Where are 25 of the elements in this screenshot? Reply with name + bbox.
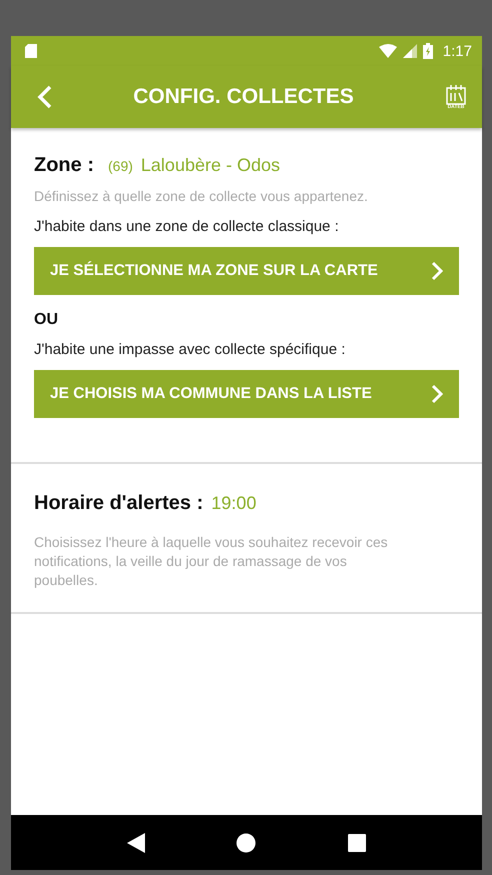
alerts-hint: Choisissez l'heure à laquelle vous souhaitez recevoir ces notifications, la veille du jour de ramassage de vos poubelles. — [34, 533, 389, 590]
sd-card-icon — [25, 44, 37, 58]
select-button[interactable]: JE CHOISIS MA COMMUNE DANS LA LISTE — [34, 370, 459, 418]
signal-icon — [402, 44, 417, 58]
zone-hint: Définissez à quelle zone de collecte vous appartenez. — [34, 187, 369, 206]
chevron-right-icon — [431, 384, 443, 404]
wifi-icon — [378, 44, 397, 58]
zone-label: Zone : — [34, 154, 94, 177]
back-icon[interactable] — [37, 85, 53, 109]
prompt-text: J'habite une impasse avec collecte spécifique : — [34, 341, 346, 358]
recents-nav-icon[interactable] — [348, 834, 366, 852]
prompt-text: J'habite dans une zone de collecte classique : — [34, 218, 340, 235]
calendar-logo-icon — [445, 84, 467, 104]
chevron-right-icon — [431, 261, 443, 281]
home-nav-icon[interactable] — [236, 832, 256, 852]
status-time: 1:17 — [442, 42, 472, 60]
zone-code: (69) — [108, 158, 133, 174]
back-nav-icon[interactable] — [126, 832, 145, 852]
battery-icon — [422, 43, 433, 59]
select-button[interactable]: JE SÉLECTIONNE MA ZONE SUR LA CARTE — [34, 247, 459, 295]
alerts-label: Horaire d'alertes : — [34, 492, 204, 515]
zone-value: Laloubère - Odos — [140, 155, 280, 176]
screen-title: CONFIG. COLLECTES — [132, 85, 355, 109]
alert-time[interactable]: 19:00 — [211, 493, 256, 514]
or-label: OU — [34, 311, 59, 329]
